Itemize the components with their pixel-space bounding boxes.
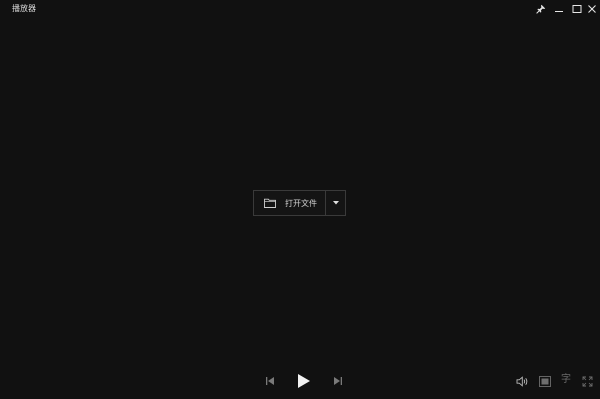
open-options-dropdown-button[interactable]: [326, 191, 345, 215]
open-file-label: 打开文件: [285, 198, 317, 208]
app-title: 播放器: [12, 4, 36, 13]
close-icon: [588, 5, 596, 13]
fullscreen-icon: [582, 376, 592, 386]
pin-button[interactable]: [534, 2, 548, 16]
pin-icon: [536, 4, 546, 14]
next-button[interactable]: [331, 374, 345, 388]
play-button[interactable]: [295, 372, 313, 390]
volume-button[interactable]: [515, 374, 529, 388]
speaker-icon: [516, 375, 527, 387]
open-file-button[interactable]: 打开文件: [254, 191, 325, 215]
maximize-icon: [572, 5, 582, 13]
open-file-group: 打开文件: [253, 190, 346, 216]
skip-next-icon: [334, 377, 342, 385]
play-icon: [298, 374, 310, 388]
minimize-icon: [555, 11, 563, 12]
subtitle-button[interactable]: 字: [559, 373, 573, 387]
picture-in-picture-button[interactable]: [538, 374, 552, 388]
skip-previous-icon: [266, 377, 274, 385]
folder-icon: [264, 198, 276, 208]
title-bar: 播放器: [0, 0, 600, 18]
triangle-down-icon: [332, 201, 339, 205]
minimize-button[interactable]: [552, 2, 566, 16]
maximize-button[interactable]: [570, 2, 584, 16]
previous-button[interactable]: [263, 374, 277, 388]
picture-in-picture-icon: [539, 375, 551, 387]
fullscreen-button[interactable]: [580, 374, 594, 388]
close-button[interactable]: [585, 2, 599, 16]
